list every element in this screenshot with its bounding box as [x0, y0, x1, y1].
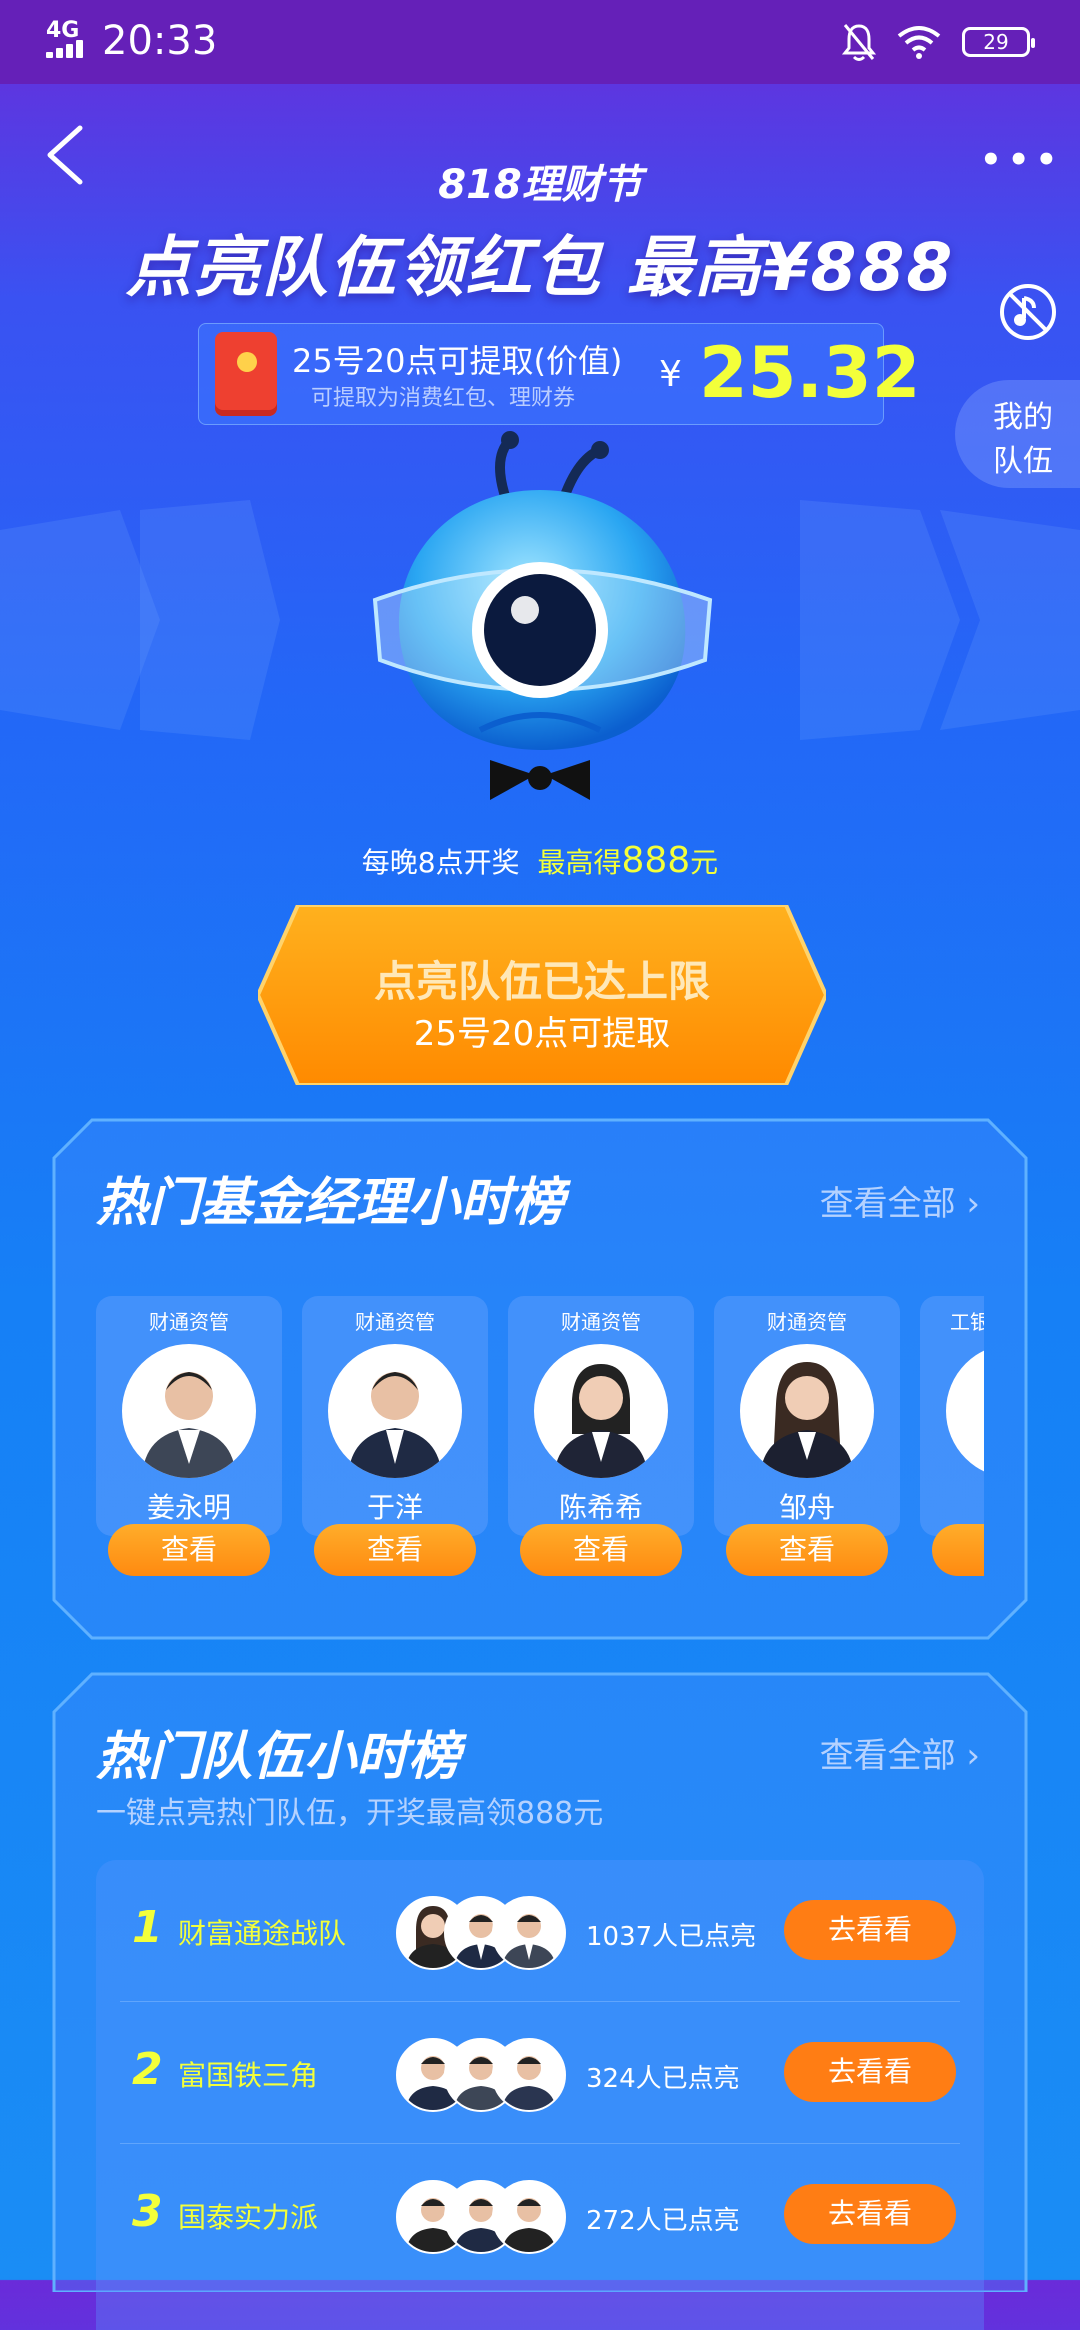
team-row[interactable]: 3 国泰实力派 272人已点亮 去看看 — [96, 2144, 984, 2286]
team-row[interactable]: 1 财富通途战队 1037人已点亮 去看看 — [96, 1860, 984, 2002]
manager-firm: 财通资管 — [767, 1310, 847, 1334]
team-name: 国泰实力派 — [178, 2201, 319, 2234]
hot-teams-panel-title: 热门队伍小时榜 — [96, 1727, 461, 1787]
manager-name: 陈希希 — [558, 1491, 643, 1524]
team-member-avatars — [396, 2038, 566, 2112]
manager-firm: 财通资管 — [561, 1310, 641, 1334]
prize-bar: 25号20点可提取(价值) 可提取为消费红包、理财券 ¥ 25.32 — [198, 323, 920, 425]
view-team-button[interactable]: 去看看 — [784, 2184, 956, 2244]
fund-manager-card[interactable]: 工银 — [920, 1296, 984, 1576]
manager-name: 姜永明 — [146, 1491, 231, 1524]
max-prize-label: 最高得 — [537, 846, 622, 879]
view-manager-button[interactable]: 查看 — [314, 1524, 476, 1576]
view-manager-button[interactable] — [932, 1524, 984, 1576]
manager-firm: 财通资管 — [149, 1310, 229, 1334]
fund-manager-card[interactable]: 财通资管 陈希希 查看 — [508, 1296, 694, 1576]
fund-manager-card[interactable]: 财通资管 姜永明 查看 — [96, 1296, 282, 1576]
light-team-button-label: 点亮队伍已达上限 — [373, 957, 710, 1006]
manager-name: 邹舟 — [778, 1491, 835, 1524]
notifications-off-icon — [842, 24, 876, 61]
battery-icon: 29 — [962, 27, 1035, 57]
view-manager-button[interactable]: 查看 — [108, 1524, 270, 1576]
fund-manager-view-all-link[interactable]: 查看全部 › — [820, 1176, 980, 1225]
team-lit-count: 272人已点亮 — [586, 2206, 740, 2236]
manager-firm: 财通资管 — [355, 1310, 435, 1334]
chevron-right-icon: › — [966, 1184, 980, 1224]
team-member-avatars — [396, 2180, 566, 2254]
draw-time-text: 每晚8点开奖 — [361, 846, 520, 879]
team-list: 1 财富通途战队 1037人已点亮 去看看 2 富国铁三角 324人已点亮 去看… — [96, 1860, 984, 2330]
manager-avatar — [740, 1344, 874, 1478]
prize-amount: 25.32 — [699, 332, 921, 414]
manager-name: 于洋 — [366, 1491, 423, 1524]
team-lit-count: 324人已点亮 — [586, 2064, 740, 2094]
manager-avatar — [946, 1344, 984, 1478]
signal-icon — [46, 40, 90, 58]
currency-symbol: ¥ — [659, 354, 682, 395]
page-title: 点亮队伍领红包 最高¥888 — [125, 229, 955, 306]
hot-teams-view-all-link[interactable]: 查看全部 › — [820, 1728, 980, 1777]
max-prize-unit: 元 — [690, 846, 719, 879]
team-name: 富国铁三角 — [178, 2059, 319, 2092]
hot-teams-subtitle: 一键点亮热门队伍，开奖最高领888元 — [96, 1796, 604, 1831]
fund-manager-card[interactable]: 财通资管 邹舟 查看 — [714, 1296, 900, 1576]
my-team-label-1: 我的 — [993, 400, 1053, 435]
draw-note: 每晚8点开奖 最高得888元 — [0, 840, 1080, 881]
light-team-button-sub: 25号20点可提取 — [413, 1014, 671, 1054]
red-packet-icon — [215, 332, 277, 416]
team-rank: 2 — [132, 2044, 163, 2095]
wifi-icon — [897, 26, 941, 59]
manager-avatar — [534, 1344, 668, 1478]
team-rank: 1 — [132, 1902, 163, 1953]
view-team-button[interactable]: 去看看 — [784, 1900, 956, 1960]
team-member-avatars — [396, 1896, 566, 1970]
view-manager-button[interactable]: 查看 — [726, 1524, 888, 1576]
team-row[interactable]: 2 富国铁三角 324人已点亮 去看看 — [96, 2002, 984, 2144]
battery-level: 29 — [983, 30, 1009, 54]
manager-avatar — [122, 1344, 256, 1478]
manager-avatar — [328, 1344, 462, 1478]
hot-teams-panel: 热门队伍小时榜 查看全部 › 一键点亮热门队伍，开奖最高领888元 1 财富通途… — [52, 1672, 1028, 2330]
avatar — [492, 2038, 566, 2112]
team-name: 财富通途战队 — [178, 1917, 347, 1950]
manager-firm: 工银 — [950, 1310, 984, 1334]
team-rank: 3 — [132, 2186, 163, 2237]
fund-manager-card[interactable]: 财通资管 于洋 查看 — [302, 1296, 488, 1576]
chevron-right-icon: › — [966, 1736, 980, 1776]
avatar — [492, 1896, 566, 1970]
view-team-button[interactable]: 去看看 — [784, 2042, 956, 2102]
clock: 20:33 — [102, 18, 218, 64]
prize-claim-note: 可提取为消费红包、理财券 — [311, 386, 576, 411]
view-all-label: 查看全部 — [819, 1736, 956, 1776]
team-lit-count: 1037人已点亮 — [586, 1922, 757, 1952]
festival-subtitle: 818理财节 — [438, 162, 642, 208]
fund-manager-list: 财通资管 姜永明 查看 财通资管 于洋 查看 财通资管 陈希希 查看 财通资管 — [96, 1296, 984, 1586]
prize-claim-time: 25号20点可提取(价值) — [292, 342, 623, 380]
status-bar: 4G 20:33 29 — [0, 0, 1080, 84]
max-prize-value: 888 — [621, 840, 691, 881]
avatar — [492, 2180, 566, 2254]
mascot-robot-image — [372, 431, 713, 800]
fund-manager-panel: 热门基金经理小时榜 查看全部 › 财通资管 姜永明 查看 财通资管 于洋 查看 … — [52, 1118, 1028, 1640]
fund-manager-panel-title: 热门基金经理小时榜 — [96, 1173, 565, 1233]
view-manager-button[interactable]: 查看 — [520, 1524, 682, 1576]
view-all-label: 查看全部 — [819, 1184, 956, 1224]
